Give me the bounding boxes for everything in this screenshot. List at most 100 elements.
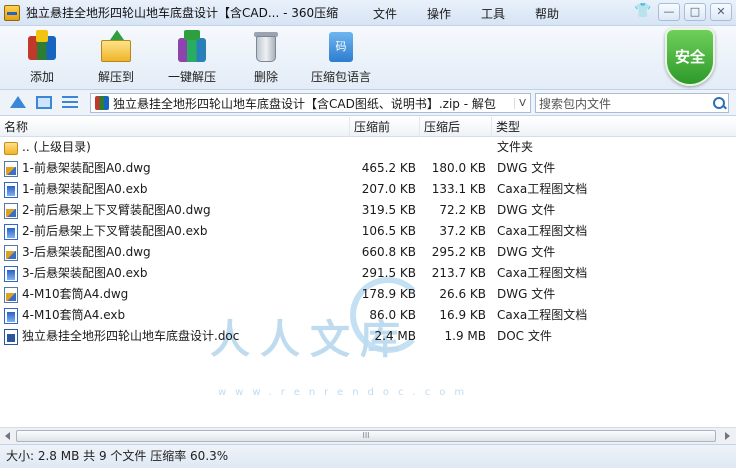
scroll-left-icon[interactable] [5,432,10,440]
column-type[interactable]: 类型 [492,117,736,137]
file-type: DWG 文件 [497,287,556,301]
file-type: Caxa工程图文档 [497,182,588,196]
scrollbar-thumb[interactable]: III [16,430,716,442]
toolbar: 添加 解压到 一键解压 删除 码 压缩包语言 [0,26,736,90]
skin-icon[interactable]: 👕 [632,3,654,21]
app-logo-icon [4,4,20,21]
exb-file-icon [4,265,18,282]
window-title: 独立悬挂全地形四轮山地车底盘设计【含CAD... - 360压缩 [26,6,339,20]
file-type: DOC 文件 [497,329,552,343]
file-name-cell: 独立悬挂全地形四轮山地车底盘设计.doc [4,326,350,347]
column-name[interactable]: 名称 [0,117,350,137]
archive-language-label: 压缩包语言 [310,70,371,84]
one-click-extract-button[interactable]: 一键解压 [152,30,232,85]
horizontal-scrollbar[interactable]: III [0,427,736,444]
column-original-size[interactable]: 压缩前 [350,117,420,137]
file-name: 独立悬挂全地形四轮山地车底盘设计.doc [22,329,240,343]
chevron-down-icon[interactable]: V [514,97,530,109]
file-name: 2-前后悬架上下叉臂装配图A0.exb [22,224,208,238]
add-button[interactable]: 添加 [2,30,82,85]
delete-button[interactable]: 删除 [226,30,306,85]
minimize-button[interactable]: — [658,3,680,21]
file-type: DWG 文件 [497,161,556,175]
file-type: Caxa工程图文档 [497,224,588,238]
file-name: 4-M10套筒A4.dwg [22,287,129,301]
path-field[interactable]: 独立悬挂全地形四轮山地车底盘设计【含CAD图纸、说明书】.zip - 解包 V [90,93,531,113]
list-view-icon[interactable] [62,96,78,109]
file-name: 1-前悬架装配图A0.exb [22,182,148,196]
column-compressed-size[interactable]: 压缩后 [420,117,492,137]
extract-to-button[interactable]: 解压到 [76,30,156,85]
file-row[interactable]: 4-M10套筒A4.dwg 178.9 KB 26.6 KB DWG 文件 [0,284,736,305]
security-label: 安全 [665,28,715,86]
file-name-cell: 4-M10套筒A4.dwg [4,284,350,305]
exb-file-icon [4,307,18,324]
menu-bar: 文件 操作 工具 帮助 [358,0,574,26]
folder-icon [4,142,18,155]
file-row[interactable]: .. (上级目录) 文件夹 [0,137,736,158]
menu-file[interactable]: 文件 [358,5,412,22]
file-name-cell: 3-后悬架装配图A0.dwg [4,242,350,263]
compressed-size: 16.9 KB [439,308,486,322]
file-name-cell: 1-前悬架装配图A0.dwg [4,158,350,179]
archive-language-button[interactable]: 码 压缩包语言 [301,30,381,85]
dwg-file-icon [4,244,18,261]
search-placeholder: 搜索包内文件 [539,96,612,111]
file-type: DWG 文件 [497,203,556,217]
file-row[interactable]: 1-前悬架装配图A0.dwg 465.2 KB 180.0 KB DWG 文件 [0,158,736,179]
add-label: 添加 [29,70,54,84]
security-shield-icon[interactable]: 安全 [662,26,718,88]
path-text: 独立悬挂全地形四轮山地车底盘设计【含CAD图纸、说明书】.zip - 解包 [113,96,496,111]
title-bar: 独立悬挂全地形四轮山地车底盘设计【含CAD... - 360压缩 文件 操作 工… [0,0,736,26]
file-name: 3-后悬架装配图A0.dwg [22,245,151,259]
file-rows: .. (上级目录) 文件夹 1-前悬架装配图A0.dwg 465.2 KB 180.0 … [0,137,736,347]
file-row[interactable]: 4-M10套筒A4.exb 86.0 KB 16.9 KB Caxa工程图文档 [0,305,736,326]
compressed-size: 72.2 KB [439,203,486,217]
file-row[interactable]: 独立悬挂全地形四轮山地车底盘设计.doc 2.4 MB 1.9 MB DOC 文件 [0,326,736,347]
compressed-size: 37.2 KB [439,224,486,238]
maximize-button[interactable]: □ [684,3,706,21]
file-list: 名称 压缩前 压缩后 类型 人人文库 www.renrendoc.com .. … [0,117,736,427]
file-row[interactable]: 3-后悬架装配图A0.dwg 660.8 KB 295.2 KB DWG 文件 [0,242,736,263]
original-size: 660.8 KB [361,245,416,259]
thumbnail-view-icon[interactable] [36,96,52,109]
file-name-cell: 1-前悬架装配图A0.exb [4,179,350,200]
file-row[interactable]: 3-后悬架装配图A0.exb 291.5 KB 213.7 KB Caxa工程图文档 [0,263,736,284]
trash-can-icon [248,30,284,64]
watermark-url: www.renrendoc.com [218,387,474,398]
close-button[interactable]: ✕ [710,3,732,21]
extract-to-label: 解压到 [97,70,134,84]
up-arrow-icon[interactable] [10,96,26,108]
file-row[interactable]: 2-前后悬架上下叉臂装配图A0.dwg 319.5 KB 72.2 KB DWG 文件 [0,200,736,221]
file-name: 4-M10套筒A4.exb [22,308,126,322]
file-row[interactable]: 1-前悬架装配图A0.exb 207.0 KB 133.1 KB Caxa工程图文档 [0,179,736,200]
file-type: DWG 文件 [497,245,556,259]
original-size: 207.0 KB [361,182,416,196]
compressed-size: 133.1 KB [431,182,486,196]
original-size: 86.0 KB [369,308,416,322]
delete-label: 删除 [253,70,278,84]
column-header: 名称 压缩前 压缩后 类型 [0,117,736,137]
encoding-icon: 码 [323,30,359,64]
address-bar: 独立悬挂全地形四轮山地车底盘设计【含CAD图纸、说明书】.zip - 解包 V … [0,90,736,116]
file-type: Caxa工程图文档 [497,308,588,322]
search-input[interactable]: 搜索包内文件 [535,93,729,113]
file-name: 1-前悬架装配图A0.dwg [22,161,151,175]
file-name-cell: 2-前后悬架上下叉臂装配图A0.dwg [4,200,350,221]
file-name-cell: 3-后悬架装配图A0.exb [4,263,350,284]
menu-help[interactable]: 帮助 [520,5,574,22]
dwg-file-icon [4,202,18,219]
menu-operation[interactable]: 操作 [412,5,466,22]
scroll-right-icon[interactable] [725,432,730,440]
original-size: 178.9 KB [361,287,416,301]
file-row[interactable]: 2-前后悬架上下叉臂装配图A0.exb 106.5 KB 37.2 KB Caxa工程… [0,221,736,242]
file-type: Caxa工程图文档 [497,266,588,280]
archive-icon [95,96,109,110]
one-click-extract-icon [174,30,210,64]
menu-tools[interactable]: 工具 [466,5,520,22]
doc-file-icon [4,328,18,345]
compressed-size: 213.7 KB [431,266,486,280]
search-icon[interactable] [710,94,728,112]
file-name: 3-后悬架装配图A0.exb [22,266,148,280]
original-size: 319.5 KB [361,203,416,217]
